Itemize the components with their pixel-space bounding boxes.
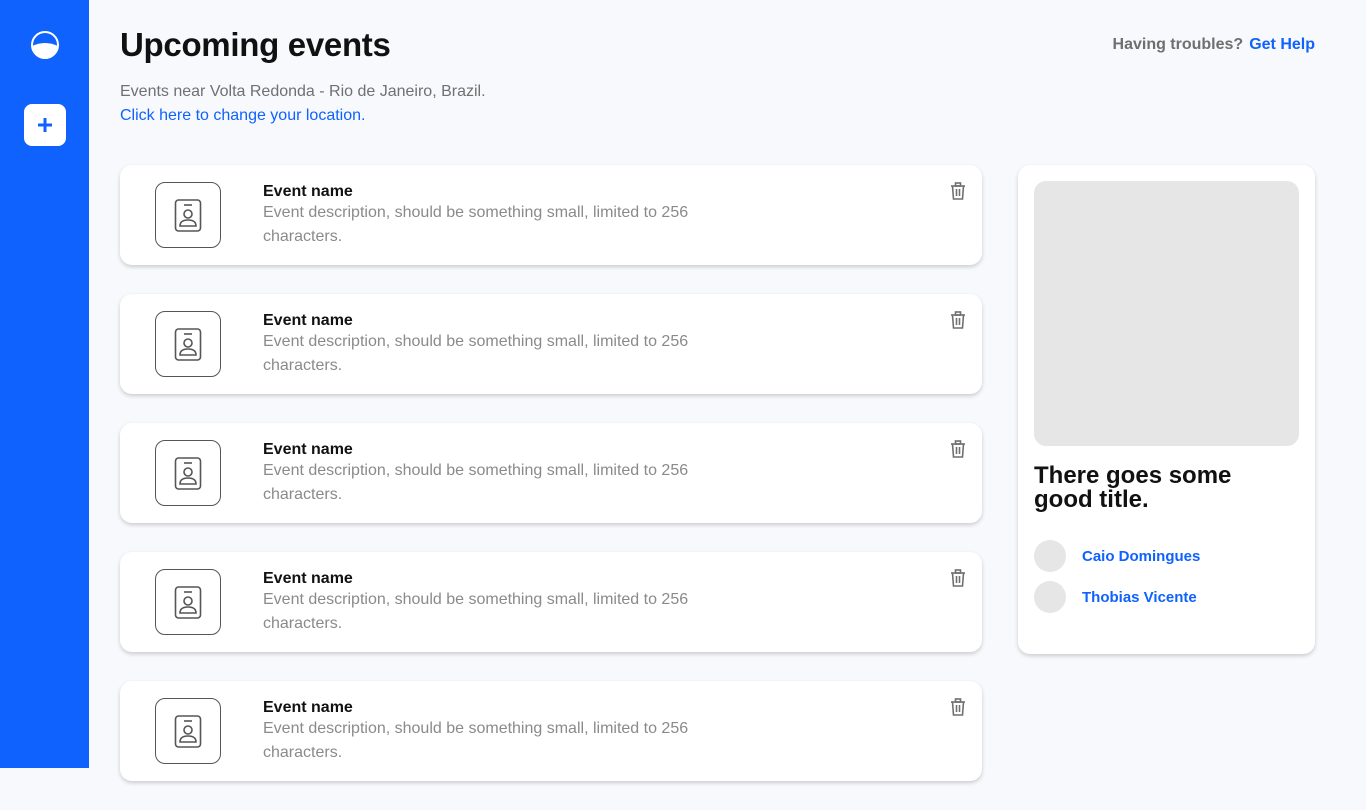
- event-name: Event name: [263, 699, 353, 716]
- help-section: Having troubles? Get Help: [1113, 36, 1315, 54]
- trash-icon: [951, 182, 965, 200]
- delete-event-button[interactable]: [948, 310, 968, 330]
- person-item: Thobias Vicente: [1034, 581, 1197, 613]
- event-description: Event description, should be something s…: [263, 720, 689, 761]
- trash-icon: [951, 311, 965, 329]
- event-description: Event description, should be something s…: [263, 591, 689, 632]
- event-badge-icon: [155, 698, 221, 764]
- event-name: Event name: [263, 312, 353, 329]
- sidebar: [0, 0, 89, 768]
- change-location-link[interactable]: Click here to change your location.: [120, 106, 365, 126]
- event-description: Event description, should be something s…: [263, 204, 689, 245]
- logo-icon[interactable]: [30, 30, 60, 60]
- location-text: Events near Volta Redonda - Rio de Janei…: [120, 83, 486, 100]
- event-badge-icon: [155, 182, 221, 248]
- event-badge-icon: [155, 311, 221, 377]
- person-item: Caio Domingues: [1034, 540, 1200, 572]
- feature-title: There goes some good title.: [1034, 462, 1232, 513]
- event-card[interactable]: Event name Event description, should be …: [120, 681, 982, 781]
- event-card[interactable]: Event name Event description, should be …: [120, 423, 982, 523]
- delete-event-button[interactable]: [948, 697, 968, 717]
- event-badge-icon: [155, 440, 221, 506]
- event-name: Event name: [263, 183, 353, 200]
- event-name: Event name: [263, 570, 353, 587]
- feature-image-placeholder: [1034, 181, 1299, 446]
- trash-icon: [951, 569, 965, 587]
- event-card[interactable]: Event name Event description, should be …: [120, 552, 982, 652]
- person-name-link[interactable]: Caio Domingues: [1082, 548, 1200, 565]
- avatar: [1034, 581, 1066, 613]
- delete-event-button[interactable]: [948, 568, 968, 588]
- get-help-link[interactable]: Get Help: [1249, 36, 1315, 53]
- event-card[interactable]: Event name Event description, should be …: [120, 294, 982, 394]
- avatar: [1034, 540, 1066, 572]
- feature-card[interactable]: There goes some good title. Caio Domingu…: [1018, 165, 1315, 654]
- trash-icon: [951, 440, 965, 458]
- main-content: Upcoming events Having troubles? Get Help…: [89, 0, 1366, 781]
- help-text: Having troubles?: [1112, 36, 1244, 53]
- event-badge-icon: [155, 569, 221, 635]
- event-description: Event description, should be something s…: [263, 333, 689, 374]
- event-description: Event description, should be something s…: [263, 462, 689, 503]
- event-card[interactable]: Event name Event description, should be …: [120, 165, 982, 265]
- trash-icon: [951, 698, 965, 716]
- delete-event-button[interactable]: [948, 181, 968, 201]
- delete-event-button[interactable]: [948, 439, 968, 459]
- add-event-button[interactable]: [24, 104, 66, 146]
- event-name: Event name: [263, 441, 353, 458]
- person-name-link[interactable]: Thobias Vicente: [1082, 589, 1197, 606]
- plus-icon: [38, 118, 52, 132]
- page-title: Upcoming events: [120, 26, 391, 63]
- events-list: Event name Event description, should be …: [120, 165, 982, 810]
